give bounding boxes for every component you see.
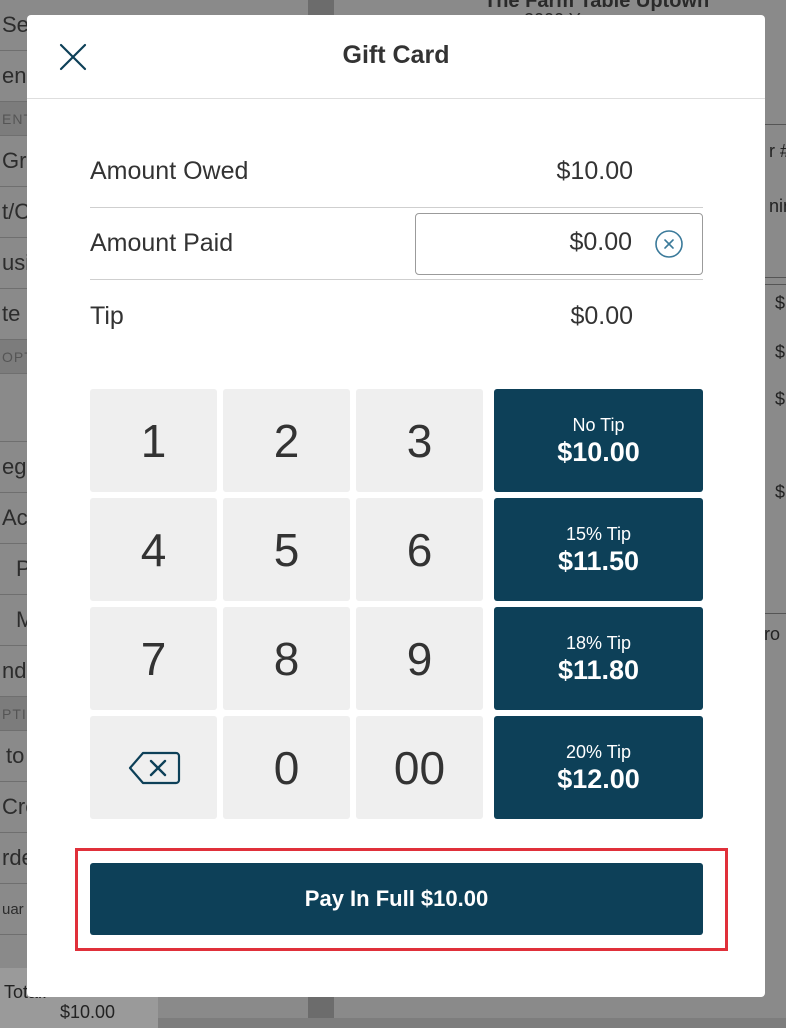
keypad-key-3[interactable]: 3 (356, 389, 483, 492)
tip-18-button[interactable]: 18% Tip $11.80 (494, 607, 703, 710)
keypad-key-7[interactable]: 7 (90, 607, 217, 710)
tip-option-amount: $12.00 (557, 763, 640, 794)
modal-header: Gift Card (27, 15, 765, 99)
amount-paid-input[interactable]: $0.00 (415, 213, 703, 275)
tip-15-button[interactable]: 15% Tip $11.50 (494, 498, 703, 601)
keypad-backspace-key[interactable] (90, 716, 217, 819)
tip-value: $0.00 (570, 301, 633, 330)
bg-panel-text: ro (764, 624, 781, 644)
bg-order-box: r # nin (764, 124, 786, 278)
bg-total-amount: $10.00 (60, 1002, 116, 1022)
modal-title: Gift Card (342, 41, 450, 69)
tip-row: Tip $0.00 (90, 280, 703, 352)
keypad-key-4[interactable]: 4 (90, 498, 217, 601)
clear-circle-icon[interactable] (654, 229, 684, 259)
bg-panel-text: $ (775, 482, 786, 502)
keypad-key-00[interactable]: 00 (356, 716, 483, 819)
no-tip-button[interactable]: No Tip $10.00 (494, 389, 703, 492)
keypad-key-5[interactable]: 5 (223, 498, 350, 601)
bg-panel-text: $ (775, 389, 786, 409)
keypad-key-9[interactable]: 9 (356, 607, 483, 710)
bg-panel-text: $ (775, 293, 786, 313)
bg-panel-text: r # (769, 141, 786, 161)
amount-paid-value: $0.00 (569, 228, 632, 256)
bg-panel-text: nin (769, 196, 786, 216)
receipt-title: The Farm Table Uptown (484, 0, 710, 12)
gift-card-modal: Gift Card Amount Owed $10.00 Amount Paid… (27, 15, 765, 997)
tip-option-amount: $11.50 (557, 545, 640, 576)
tip-option-label: No Tip (572, 414, 625, 435)
keypad-key-8[interactable]: 8 (223, 607, 350, 710)
keypad-key-0[interactable]: 0 (223, 716, 350, 819)
pay-in-full-button[interactable]: Pay In Full $10.00 (90, 863, 703, 935)
amount-paid-row: Amount Paid $0.00 (90, 208, 703, 280)
tip-option-amount: $11.80 (557, 654, 640, 685)
tip-option-label: 20% Tip (565, 741, 632, 762)
tip-option-label: 15% Tip (565, 523, 632, 544)
amount-owed-row: Amount Owed $10.00 (90, 136, 703, 208)
keypad-key-1[interactable]: 1 (90, 389, 217, 492)
tip-option-amount: $10.00 (557, 436, 640, 467)
bg-panel-text: $ (775, 342, 786, 362)
tip-20-button[interactable]: 20% Tip $12.00 (494, 716, 703, 819)
amount-owed-value: $10.00 (556, 157, 633, 185)
bg-price-box: $ $ $ $ (764, 284, 786, 614)
tip-option-label: 18% Tip (565, 632, 632, 653)
bg-footer-text: ro (764, 614, 786, 670)
keypad-key-6[interactable]: 6 (356, 498, 483, 601)
keypad-key-2[interactable]: 2 (223, 389, 350, 492)
backspace-icon (128, 751, 180, 784)
